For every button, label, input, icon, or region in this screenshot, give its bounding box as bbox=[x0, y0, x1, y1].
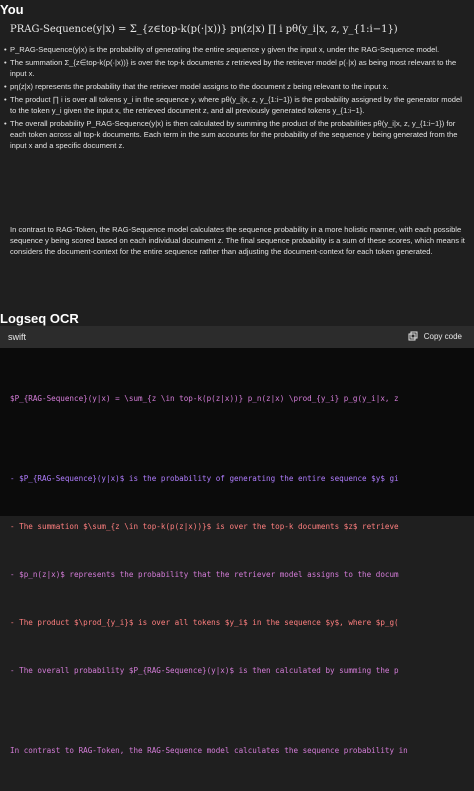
code-line-9-text: In contrast to RAG-Token, the RAG-Sequen… bbox=[10, 746, 408, 755]
code-line-6: - The product $\prod_{y_i}$ is over all … bbox=[10, 615, 470, 631]
copy-code-button[interactable]: Copy code bbox=[408, 331, 462, 341]
bullet-item-1: P_RAG-Sequence(y|x) is the probability o… bbox=[4, 44, 469, 55]
bullet-text-5: The overall probability P_RAG-Sequence(y… bbox=[10, 119, 458, 150]
code-line-9: In contrast to RAG-Token, the RAG-Sequen… bbox=[10, 743, 470, 759]
code-line-7-text: - The overall probability $P_{RAG-Sequen… bbox=[10, 666, 399, 675]
bullet-item-4: The product ∏ i is over all tokens y_i i… bbox=[4, 94, 469, 116]
code-line-4: - The summation $\sum_{z \in top-k(p(z|x… bbox=[10, 519, 470, 535]
code-line-3: - $P_{RAG-Sequence}(y|x)$ is the probabi… bbox=[10, 471, 470, 487]
code-line-5-text: - $p_n(z|x)$ represents the probability … bbox=[10, 570, 399, 579]
bullet-text-3: pη(z|x) represents the probability that … bbox=[10, 82, 389, 91]
bullet-text-4: The product ∏ i is over all tokens y_i i… bbox=[10, 95, 462, 115]
section-title: Logseq OCR bbox=[0, 311, 79, 326]
bullet-item-2: The summation Σ_{z∈top-k(p(·|x))} is ove… bbox=[4, 57, 469, 79]
bullet-text-2: The summation Σ_{z∈top-k(p(·|x))} is ove… bbox=[10, 58, 457, 78]
bullet-item-3: pη(z|x) represents the probability that … bbox=[4, 81, 469, 92]
code-line-6-text: - The product $\prod_{y_i}$ is over all … bbox=[10, 618, 399, 627]
paragraph: In contrast to RAG-Token, the RAG-Sequen… bbox=[10, 225, 465, 256]
copy-icon bbox=[408, 331, 418, 341]
code-header: swift Copy code bbox=[0, 326, 474, 348]
code-line-7: - The overall probability $P_{RAG-Sequen… bbox=[10, 663, 470, 679]
copy-code-label: Copy code bbox=[423, 331, 462, 341]
code-panel: swift Copy code $P_{RAG-Sequence}(y|x) =… bbox=[0, 326, 474, 755]
code-language: swift bbox=[8, 332, 26, 342]
code-line-4-text: - The summation $\sum_{z \in top-k(p(z|x… bbox=[10, 522, 399, 531]
formula: PRAG-Sequence(y|x) = Σ_{z∈top-k(p(·|x))}… bbox=[10, 24, 398, 35]
copy-icon-svg bbox=[408, 331, 418, 341]
code-line-3-text: - $P_{RAG-Sequence}(y|x)$ is the probabi… bbox=[10, 474, 399, 483]
copy-icon-back-rect bbox=[410, 331, 418, 339]
code-line-1-text: $P_{RAG-Sequence}(y|x) = \sum_{z \in top… bbox=[10, 394, 399, 403]
bullet-list: P_RAG-Sequence(y|x) is the probability o… bbox=[4, 44, 469, 153]
copy-icon-front-rect bbox=[408, 333, 416, 341]
bullet-item-5: The overall probability P_RAG-Sequence(y… bbox=[4, 118, 469, 151]
bullet-text-1: P_RAG-Sequence(y|x) is the probability o… bbox=[10, 45, 440, 54]
speaker-label: You bbox=[0, 2, 24, 17]
code-block: $P_{RAG-Sequence}(y|x) = \sum_{z \in top… bbox=[10, 359, 470, 791]
code-line-5: - $p_n(z|x)$ represents the probability … bbox=[10, 567, 470, 583]
code-line-1: $P_{RAG-Sequence}(y|x) = \sum_{z \in top… bbox=[10, 391, 470, 407]
